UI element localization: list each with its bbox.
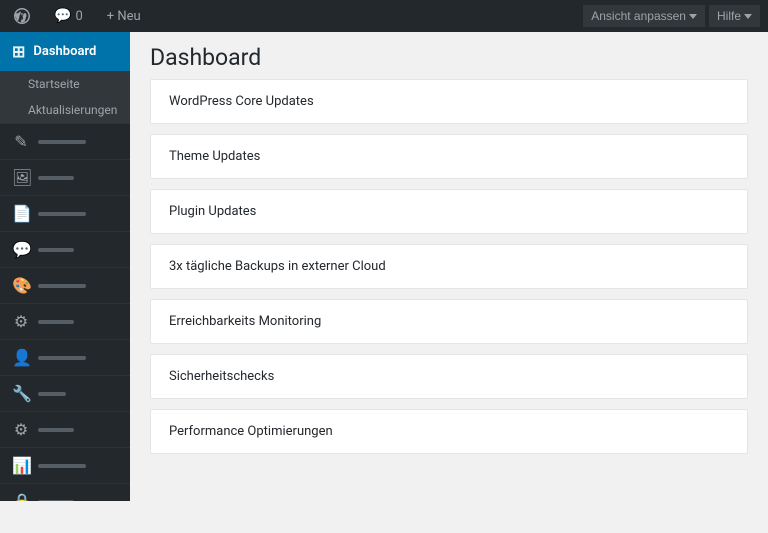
- menu-line: [38, 284, 86, 288]
- sidebar-item-aktualisierungen[interactable]: Aktualisierungen: [0, 97, 130, 123]
- ansicht-anpassen-button[interactable]: Ansicht anpassen: [583, 5, 705, 27]
- comment-count: 0: [75, 9, 82, 24]
- admin-menu: ⊞ Dashboard Startseite Aktualisierungen …: [0, 32, 130, 501]
- update-box-monitoring[interactable]: Erreichbarkeits Monitoring: [150, 299, 748, 344]
- update-box-label: Sicherheitschecks: [169, 369, 274, 384]
- einstellungen-icon: ⚙: [12, 420, 30, 439]
- benutzer-icon: 👤: [12, 348, 30, 367]
- werkzeuge-icon: 🔧: [12, 384, 30, 403]
- sidebar-item-einstellungen[interactable]: ⚙: [0, 411, 130, 447]
- chevron-down-icon: [689, 14, 697, 19]
- page-title: Dashboard: [150, 44, 261, 71]
- update-box-label: Performance Optimierungen: [169, 424, 333, 439]
- sidebar-item-medien[interactable]: 🖼: [0, 159, 130, 195]
- sidebar-item-extra1[interactable]: 🔒: [0, 483, 130, 501]
- sidebar-item-seiten[interactable]: 📄: [0, 195, 130, 231]
- update-box-theme[interactable]: Theme Updates: [150, 134, 748, 179]
- sidebar-item-beitraege[interactable]: ✎: [0, 123, 130, 159]
- update-box-label: WordPress Core Updates: [169, 94, 314, 109]
- menu-line: [38, 140, 86, 144]
- hilfe-button[interactable]: Hilfe: [709, 5, 760, 27]
- menu-line: [38, 212, 86, 216]
- menu-line: [38, 464, 86, 468]
- update-box-label: Erreichbarkeits Monitoring: [169, 314, 321, 329]
- sidebar-item-werkzeuge[interactable]: 🔧: [0, 375, 130, 411]
- update-box-wordpress-core[interactable]: WordPress Core Updates: [150, 79, 748, 124]
- update-box-label: Theme Updates: [169, 149, 260, 164]
- extra1-icon: 🔒: [12, 492, 30, 501]
- update-box-label: Plugin Updates: [169, 204, 256, 219]
- update-box-performance[interactable]: Performance Optimierungen: [150, 409, 748, 454]
- update-box-backups[interactable]: 3x tägliche Backups in externer Cloud: [150, 244, 748, 289]
- admin-bar: 💬 0 + Neu Ansicht anpassen Hilfe: [0, 0, 768, 32]
- sidebar-submenu: Startseite Aktualisierungen: [0, 71, 130, 123]
- sidebar-item-plugins[interactable]: ⚙: [0, 303, 130, 339]
- menu-line: [38, 428, 74, 432]
- menu-line: [38, 392, 66, 396]
- menu-line: [38, 248, 74, 252]
- main-content: Dashboard WordPress Core Updates Theme U…: [130, 32, 768, 501]
- menu-line: [38, 176, 74, 180]
- comment-icon: 💬: [54, 8, 71, 24]
- sidebar-dashboard-label: Dashboard: [33, 44, 96, 59]
- update-box-plugin[interactable]: Plugin Updates: [150, 189, 748, 234]
- adminbar-new-item[interactable]: + Neu: [101, 0, 147, 32]
- seiten-icon: 📄: [12, 204, 30, 223]
- adminbar-comment-item[interactable]: 💬 0: [48, 0, 89, 32]
- sidebar-item-dashboard[interactable]: ⊞ Dashboard: [0, 32, 130, 71]
- sidebar-item-kommentare[interactable]: 💬: [0, 231, 130, 267]
- sidebar-item-benutzer[interactable]: 👤: [0, 339, 130, 375]
- plugins-icon: ⚙: [12, 312, 30, 331]
- kommentare-icon: 💬: [12, 240, 30, 259]
- menu-line: [38, 356, 86, 360]
- sidebar-item-seo[interactable]: 📊: [0, 447, 130, 483]
- medien-icon: 🖼: [12, 168, 30, 187]
- sidebar-item-startseite[interactable]: Startseite: [0, 71, 130, 97]
- seo-icon: 📊: [12, 456, 30, 475]
- update-box-security[interactable]: Sicherheitschecks: [150, 354, 748, 399]
- adminbar-right: Ansicht anpassen Hilfe: [583, 5, 760, 27]
- page-header: Dashboard: [130, 32, 768, 79]
- sidebar-item-appearance[interactable]: 🎨: [0, 267, 130, 303]
- chevron-down-icon: [744, 14, 752, 19]
- menu-line: [38, 320, 74, 324]
- wp-logo[interactable]: [8, 2, 36, 30]
- new-label: + Neu: [107, 9, 141, 24]
- appearance-icon: 🎨: [12, 276, 30, 295]
- dashboard-icon: ⊞: [12, 42, 25, 61]
- content-area: WordPress Core Updates Theme Updates Plu…: [130, 79, 768, 484]
- wp-wrap: ⊞ Dashboard Startseite Aktualisierungen …: [0, 32, 768, 501]
- update-box-label: 3x tägliche Backups in externer Cloud: [169, 259, 386, 274]
- beitraege-icon: ✎: [12, 132, 30, 151]
